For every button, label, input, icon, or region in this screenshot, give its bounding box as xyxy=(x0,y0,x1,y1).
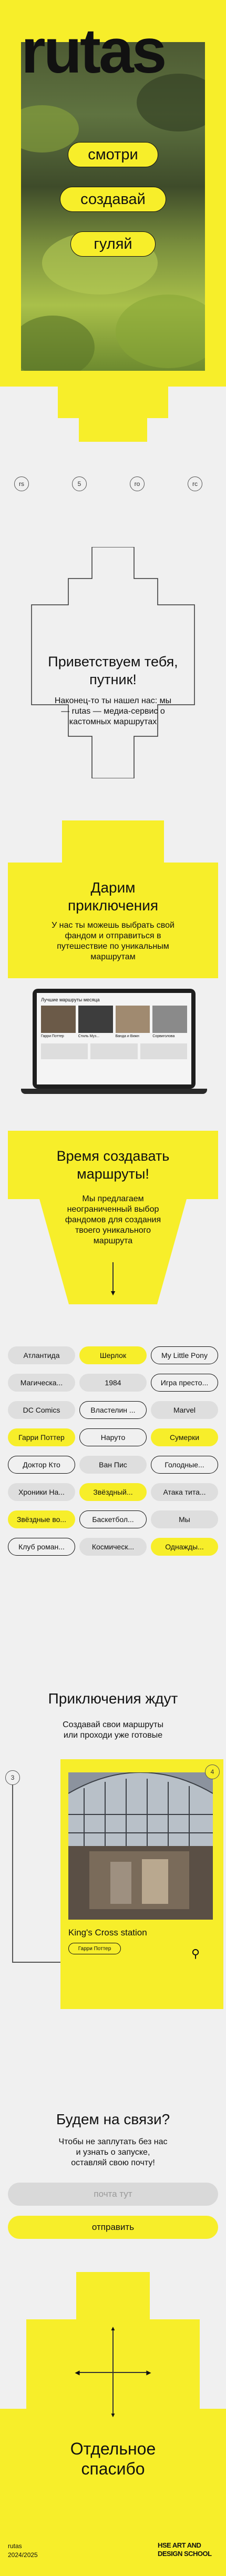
logo: rutas xyxy=(21,16,167,86)
submit-button[interactable]: отправить xyxy=(8,2216,218,2239)
tag[interactable]: Атака тита... xyxy=(151,1483,218,1501)
route-path xyxy=(62,820,164,863)
contact-title: Будем на связи? xyxy=(56,2111,170,2127)
welcome-title: Приветствуем тебя, путник! xyxy=(48,654,178,687)
laptop-heading: Лучшие маршруты месяца xyxy=(41,997,100,1002)
footer-years: 2024/2025 xyxy=(8,2551,38,2559)
route-path xyxy=(147,387,168,418)
contact-text: Чтобы не заплутать без нас и узнать о за… xyxy=(58,2137,168,2167)
arrow-down-icon: ▼ xyxy=(109,1289,117,1297)
nav-dot[interactable]: ro xyxy=(130,476,145,491)
cross-line xyxy=(79,2372,147,2373)
tag[interactable]: Магическа... xyxy=(8,1374,75,1392)
laptop-base xyxy=(21,1089,207,1094)
tag[interactable]: Marvel xyxy=(151,1401,218,1419)
tag[interactable]: Мы xyxy=(151,1510,218,1528)
card-title: King's Cross station xyxy=(68,1928,147,1938)
school-logo: HSE ART AND xyxy=(158,2541,201,2549)
fandom-tags: Атлантида Шерлок My Little Pony Магическ… xyxy=(8,1346,218,1567)
create-title: Время создавать маршруты! xyxy=(56,1148,170,1182)
tag[interactable]: Шерлок xyxy=(79,1346,147,1364)
adventures-text: Создавай свои маршруты или проходи уже г… xyxy=(63,1720,163,1740)
route-path xyxy=(79,384,147,442)
pill-watch[interactable]: смотри xyxy=(68,142,158,167)
tag[interactable]: Ван Пис xyxy=(79,1456,147,1474)
adventures-title: Приключения ждут xyxy=(48,1690,178,1707)
create-text: Мы предлагаем неограниченный выбор фандо… xyxy=(65,1194,161,1245)
tag[interactable]: Атлантида xyxy=(8,1346,75,1364)
laptop-screen: Лучшие маршруты месяца Гарри Поттер Стил… xyxy=(33,989,196,1089)
step-marker: 4 xyxy=(205,1764,220,1779)
tag[interactable]: Гарри Поттер xyxy=(8,1428,75,1446)
route-card[interactable]: Ванда и Вижн xyxy=(115,1006,150,1038)
arrow-left-icon: ◀ xyxy=(75,2369,80,2376)
welcome-text: Наконец-то ты нашел нас: мы — rutas — ме… xyxy=(54,696,172,726)
tag[interactable]: Баскетбол... xyxy=(79,1510,147,1528)
arrow-down-icon: ▼ xyxy=(110,2411,116,2419)
route-path xyxy=(76,2272,150,2319)
tag[interactable]: Игра престо... xyxy=(151,1374,218,1392)
tag[interactable]: Доктор Кто xyxy=(8,1456,75,1474)
route-path xyxy=(58,387,79,418)
gift-text: У нас ты можешь выбрать свой фандом и от… xyxy=(52,921,174,961)
pill-create[interactable]: создавай xyxy=(60,187,166,212)
route-card[interactable]: Сорвиголова xyxy=(152,1006,187,1038)
step-line xyxy=(12,1778,13,1962)
tag[interactable]: Звёздный... xyxy=(79,1483,147,1501)
step-marker: 3 xyxy=(5,1770,20,1785)
tag[interactable]: Космическ... xyxy=(79,1538,147,1556)
tag[interactable]: 1984 xyxy=(79,1374,147,1392)
station-illustration xyxy=(68,1772,213,1920)
nav-dot[interactable]: rc xyxy=(188,476,202,491)
route-card[interactable]: Гарри Поттер xyxy=(41,1006,76,1038)
pill-walk[interactable]: гуляй xyxy=(70,231,156,257)
station-photo xyxy=(68,1772,213,1920)
tag[interactable]: Хроники На... xyxy=(8,1483,75,1501)
tag[interactable]: DC Comics xyxy=(8,1401,75,1419)
email-field[interactable]: почта тут xyxy=(8,2183,218,2206)
card-tag[interactable]: Гарри Поттер xyxy=(68,1943,121,1954)
arrow-up-icon: ▲ xyxy=(110,2325,116,2332)
tag[interactable]: Властелин ... xyxy=(79,1401,147,1419)
hero-section: rutas смотри создавай гуляй xyxy=(0,0,226,387)
school-logo: DESIGN SCHOOL xyxy=(158,2550,212,2558)
tag[interactable]: Клуб роман... xyxy=(8,1538,75,1556)
tag[interactable]: My Little Pony xyxy=(151,1346,218,1364)
route-card[interactable]: Стиль Муз... xyxy=(78,1006,113,1038)
nav-dot[interactable]: 5 xyxy=(72,476,87,491)
location-pin-icon: ⚲ xyxy=(191,1947,200,1960)
footer-brand: rutas xyxy=(8,2542,22,2550)
tag[interactable]: Сумерки xyxy=(151,1428,218,1446)
arrow-right-icon: ▶ xyxy=(146,2369,151,2376)
gift-title: Дарим приключения xyxy=(67,879,159,914)
dot-nav: rs 5 ro rc xyxy=(0,473,226,494)
tag[interactable]: Наруто xyxy=(79,1428,147,1446)
tag[interactable]: Звёздные во... xyxy=(8,1510,75,1528)
nav-dot[interactable]: rs xyxy=(14,476,29,491)
thanks-title: Отдельное спасибо xyxy=(70,2439,156,2478)
tag[interactable]: Однажды... xyxy=(151,1538,218,1556)
tag[interactable]: Голодные... xyxy=(151,1456,218,1474)
